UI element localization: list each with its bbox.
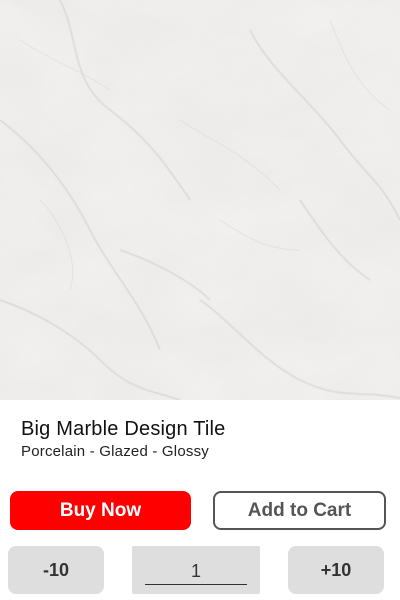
decrement-10-button[interactable]: -10: [8, 546, 104, 594]
quantity-stepper: [132, 546, 260, 594]
product-subtitle: Porcelain - Glazed - Glossy: [21, 443, 209, 460]
product-title: Big Marble Design Tile: [21, 418, 226, 440]
increment-10-button[interactable]: +10: [288, 546, 384, 594]
product-image: [0, 0, 400, 400]
add-to-cart-button[interactable]: Add to Cart: [213, 491, 386, 530]
product-page: Big Marble Design Tile Porcelain - Glaze…: [0, 0, 400, 600]
quantity-input[interactable]: [145, 558, 247, 585]
buy-now-button[interactable]: Buy Now: [10, 491, 191, 530]
